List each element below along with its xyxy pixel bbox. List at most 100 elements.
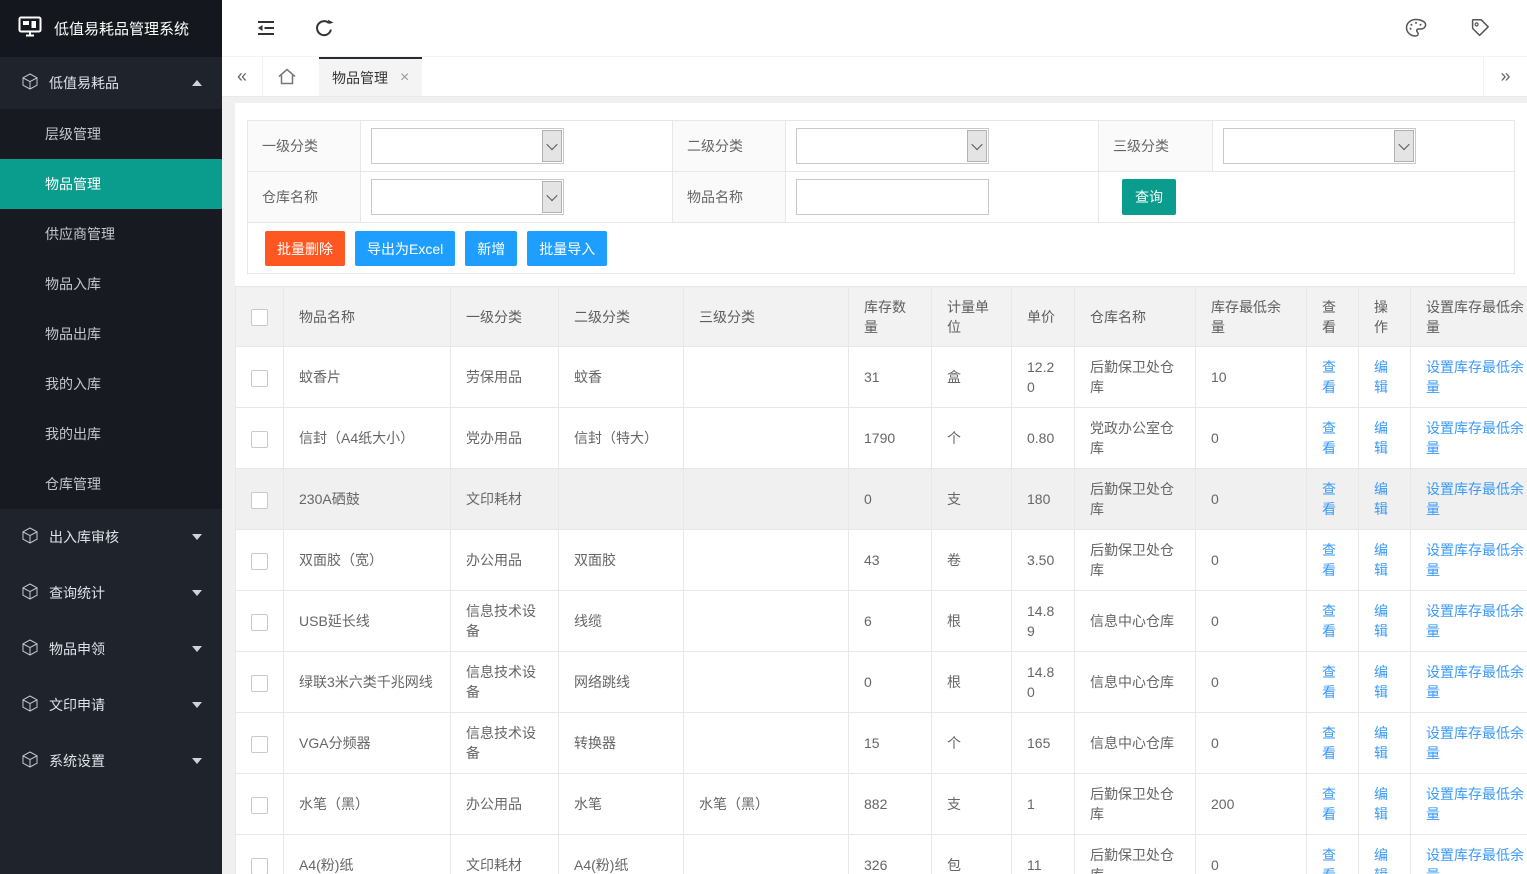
edit-link[interactable]: 编辑 <box>1374 420 1388 456</box>
level1-select[interactable] <box>371 128 564 164</box>
cell-cat1: 办公用品 <box>451 530 559 591</box>
cube-icon <box>22 639 38 659</box>
edit-link[interactable]: 编辑 <box>1374 359 1388 395</box>
row-checkbox[interactable] <box>251 858 268 874</box>
cell-cat2: 蚊香 <box>559 347 684 408</box>
edit-link[interactable]: 编辑 <box>1374 725 1388 761</box>
row-checkbox[interactable] <box>251 492 268 509</box>
sidebar-group[interactable]: 系统设置 <box>0 733 222 789</box>
set-min-stock-link[interactable]: 设置库存最低余量 <box>1426 603 1524 639</box>
cell-qty: 15 <box>849 713 932 774</box>
cell-warehouse: 后勤保卫处仓库 <box>1075 774 1196 835</box>
sidebar-group-label: 物品申领 <box>49 639 105 659</box>
sidebar-subitem[interactable]: 我的出库 <box>0 409 222 459</box>
sidebar-subitem[interactable]: 物品入库 <box>0 259 222 309</box>
row-checkbox[interactable] <box>251 797 268 814</box>
cell-warehouse: 信息中心仓库 <box>1075 713 1196 774</box>
view-link[interactable]: 查看 <box>1322 603 1336 639</box>
level3-select[interactable] <box>1223 128 1416 164</box>
filter-row-1: 一级分类 二级分类 三级分类 <box>248 121 1514 172</box>
view-link[interactable]: 查看 <box>1322 847 1336 874</box>
home-icon[interactable] <box>263 57 310 96</box>
close-icon[interactable]: × <box>400 70 409 86</box>
view-cell: 查看 <box>1307 774 1359 835</box>
view-link[interactable]: 查看 <box>1322 359 1336 395</box>
row-checkbox[interactable] <box>251 553 268 570</box>
export-excel-button[interactable]: 导出为Excel <box>355 231 455 266</box>
set-min-cell: 设置库存最低余量 <box>1411 591 1527 652</box>
tabs-scroll-left-icon[interactable]: « <box>222 57 263 96</box>
filter-row-2: 仓库名称 物品名称 查询 <box>248 172 1514 223</box>
set-min-stock-link[interactable]: 设置库存最低余量 <box>1426 542 1524 578</box>
select-all-checkbox[interactable] <box>251 309 268 326</box>
view-link[interactable]: 查看 <box>1322 725 1336 761</box>
edit-link[interactable]: 编辑 <box>1374 542 1388 578</box>
edit-link[interactable]: 编辑 <box>1374 786 1388 822</box>
cell-cat2: 转换器 <box>559 713 684 774</box>
row-checkbox[interactable] <box>251 614 268 631</box>
fold-menu-icon[interactable] <box>246 8 286 48</box>
tabs-scroll-right-icon[interactable]: » <box>1483 57 1527 96</box>
view-link[interactable]: 查看 <box>1322 664 1336 700</box>
palette-icon[interactable] <box>1396 8 1436 48</box>
view-link[interactable]: 查看 <box>1322 481 1336 517</box>
sidebar-subitem[interactable]: 我的入库 <box>0 359 222 409</box>
refresh-icon[interactable] <box>304 8 344 48</box>
sidebar-group[interactable]: 物品申领 <box>0 621 222 677</box>
sidebar-subitem[interactable]: 供应商管理 <box>0 209 222 259</box>
sidebar-group-consumables[interactable]: 低值易耗品 <box>0 57 222 109</box>
row-checkbox[interactable] <box>251 736 268 753</box>
sidebar-group[interactable]: 文印申请 <box>0 677 222 733</box>
set-min-stock-link[interactable]: 设置库存最低余量 <box>1426 786 1524 822</box>
set-min-stock-link[interactable]: 设置库存最低余量 <box>1426 420 1524 456</box>
row-checkbox[interactable] <box>251 675 268 692</box>
edit-cell: 编辑 <box>1359 652 1411 713</box>
sidebar-subitem-label: 我的出库 <box>45 424 101 444</box>
sidebar-subitem[interactable]: 层级管理 <box>0 109 222 159</box>
sidebar-group[interactable]: 查询统计 <box>0 565 222 621</box>
row-checkbox-cell <box>236 713 284 774</box>
view-link[interactable]: 查看 <box>1322 420 1336 456</box>
edit-link[interactable]: 编辑 <box>1374 603 1388 639</box>
set-min-stock-link[interactable]: 设置库存最低余量 <box>1426 664 1524 700</box>
view-link[interactable]: 查看 <box>1322 542 1336 578</box>
batch-import-button[interactable]: 批量导入 <box>527 231 607 266</box>
cell-price: 180 <box>1012 469 1075 530</box>
edit-link[interactable]: 编辑 <box>1374 481 1388 517</box>
cell-cat1: 信息技术设备 <box>451 713 559 774</box>
level2-select[interactable] <box>796 128 989 164</box>
cell-min-qty: 0 <box>1196 530 1307 591</box>
row-checkbox[interactable] <box>251 431 268 448</box>
sidebar-subitem[interactable]: 物品管理 <box>0 159 222 209</box>
sidebar-subitem[interactable]: 仓库管理 <box>0 459 222 509</box>
edit-link[interactable]: 编辑 <box>1374 847 1388 874</box>
cell-min-qty: 200 <box>1196 774 1307 835</box>
set-min-stock-link[interactable]: 设置库存最低余量 <box>1426 359 1524 395</box>
cube-icon <box>22 583 38 603</box>
sidebar-group-label: 文印申请 <box>49 695 105 715</box>
sidebar-subitem[interactable]: 物品出库 <box>0 309 222 359</box>
sidebar-group[interactable]: 出入库审核 <box>0 509 222 565</box>
view-link[interactable]: 查看 <box>1322 786 1336 822</box>
set-min-stock-link[interactable]: 设置库存最低余量 <box>1426 847 1524 874</box>
set-min-stock-link[interactable]: 设置库存最低余量 <box>1426 725 1524 761</box>
set-min-stock-link[interactable]: 设置库存最低余量 <box>1426 481 1524 517</box>
cell-qty: 43 <box>849 530 932 591</box>
tab-item-management[interactable]: 物品管理 × <box>319 57 422 96</box>
level1-field-cell <box>361 121 673 171</box>
cell-price: 14.80 <box>1012 652 1075 713</box>
row-checkbox[interactable] <box>251 370 268 387</box>
chevron-down-icon <box>192 646 202 652</box>
search-button[interactable]: 查询 <box>1122 179 1176 215</box>
warehouse-select[interactable] <box>371 179 564 215</box>
sidebar-subitem-label: 物品出库 <box>45 324 101 344</box>
tag-icon[interactable] <box>1460 8 1500 48</box>
column-header: 库存数量 <box>849 287 932 347</box>
add-button[interactable]: 新增 <box>465 231 517 266</box>
batch-delete-button[interactable]: 批量删除 <box>265 231 345 266</box>
cell-unit: 支 <box>932 469 1012 530</box>
cell-unit: 根 <box>932 652 1012 713</box>
item-name-input[interactable] <box>796 179 989 215</box>
cell-cat2: 双面胶 <box>559 530 684 591</box>
edit-link[interactable]: 编辑 <box>1374 664 1388 700</box>
